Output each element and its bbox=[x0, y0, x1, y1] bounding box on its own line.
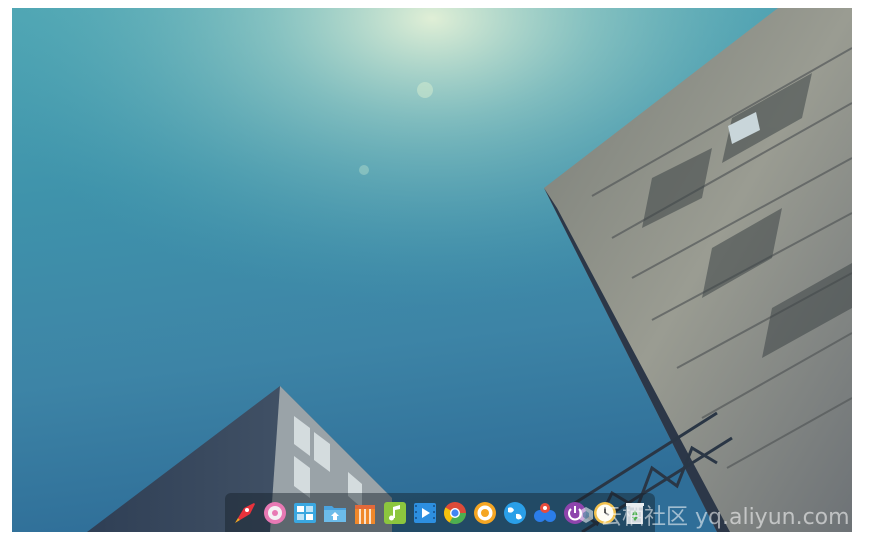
dock-item-music-player[interactable] bbox=[381, 499, 409, 527]
browser-icon bbox=[474, 502, 496, 524]
watermark: 云栖社区 yq.aliyun.com bbox=[578, 500, 850, 530]
launcher-rocket-icon bbox=[235, 503, 255, 523]
globe-browser-icon bbox=[504, 502, 526, 524]
desktop[interactable] bbox=[12, 8, 852, 532]
chrome-browser-icon bbox=[444, 502, 466, 524]
dock-item-video-player[interactable] bbox=[411, 499, 439, 527]
settings-gear-icon bbox=[264, 502, 286, 524]
dock-item-app-store[interactable] bbox=[291, 499, 319, 527]
dock-item-chrome[interactable] bbox=[441, 499, 469, 527]
dock-item-deepin-store[interactable] bbox=[351, 499, 379, 527]
music-player-icon bbox=[384, 502, 406, 524]
chat-app-icon bbox=[534, 503, 556, 522]
dock-item-file-manager[interactable] bbox=[321, 499, 349, 527]
file-manager-icon bbox=[324, 506, 346, 522]
watermark-text: 云栖社区 yq.aliyun.com bbox=[600, 505, 850, 530]
wallpaper bbox=[12, 8, 852, 532]
dock-item-globe[interactable] bbox=[501, 499, 529, 527]
dock-item-settings[interactable] bbox=[261, 499, 289, 527]
app-store-icon bbox=[294, 503, 316, 523]
deepin-store-icon bbox=[355, 505, 375, 524]
aliyun-logo-icon bbox=[579, 507, 593, 523]
dock-item-browser[interactable] bbox=[471, 499, 499, 527]
dock-item-chat[interactable] bbox=[531, 499, 559, 527]
dock-item-launcher[interactable] bbox=[231, 499, 259, 527]
video-player-icon bbox=[414, 503, 436, 523]
